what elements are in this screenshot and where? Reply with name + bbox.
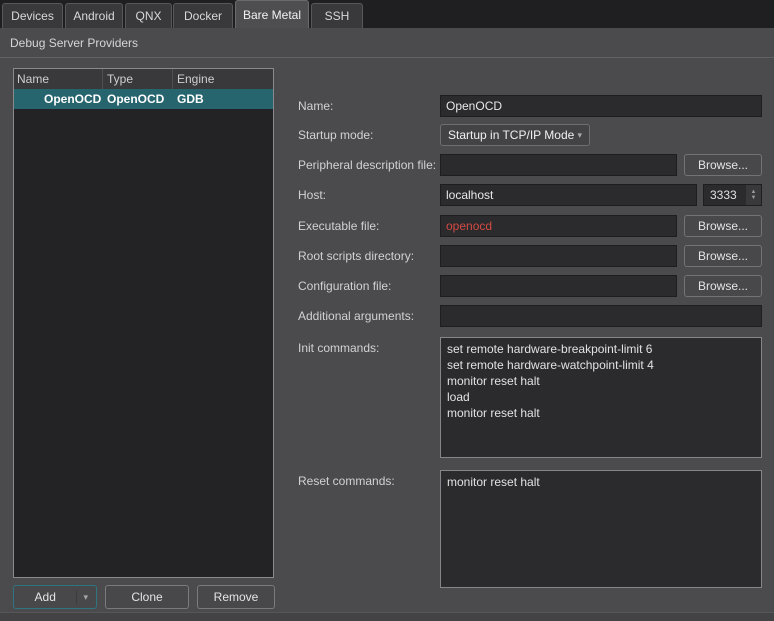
name-label: Name: <box>298 99 333 113</box>
root-scripts-browse-button[interactable]: Browse... <box>684 245 762 267</box>
tab-qnx[interactable]: QNX <box>125 3 172 28</box>
root-scripts-input[interactable] <box>440 245 677 267</box>
spinner-arrows[interactable]: ▲ ▼ <box>746 185 761 205</box>
init-commands-label: Init commands: <box>298 341 379 355</box>
remove-button[interactable]: Remove <box>197 585 275 609</box>
peripheral-file-input[interactable] <box>440 154 677 176</box>
add-button[interactable]: Add ▾ <box>13 585 97 609</box>
startup-mode-select[interactable]: Startup in TCP/IP Mode ▾ <box>440 124 590 146</box>
root-scripts-label: Root scripts directory: <box>298 249 414 263</box>
executable-input[interactable] <box>440 215 677 237</box>
tab-bar: Devices Android QNX Docker Bare Metal SS… <box>0 0 774 28</box>
add-button-label: Add <box>14 590 76 604</box>
chevron-down-icon: ▾ <box>76 590 88 604</box>
init-commands-textarea[interactable]: set remote hardware-breakpoint-limit 6 s… <box>440 337 762 458</box>
tab-devices[interactable]: Devices <box>2 3 63 28</box>
tab-docker[interactable]: Docker <box>173 3 233 28</box>
reset-commands-textarea[interactable]: monitor reset halt <box>440 470 762 588</box>
additional-args-input[interactable] <box>440 305 762 327</box>
tab-ssh[interactable]: SSH <box>311 3 363 28</box>
column-header-type[interactable]: Type <box>103 69 173 89</box>
port-spinbox[interactable]: 3333 ▲ ▼ <box>703 184 762 206</box>
startup-mode-label: Startup mode: <box>298 128 373 142</box>
additional-args-label: Additional arguments: <box>298 309 414 323</box>
providers-list-header: Name Type Engine <box>14 69 273 89</box>
executable-browse-button[interactable]: Browse... <box>684 215 762 237</box>
chevron-down-icon: ▾ <box>577 130 582 141</box>
window-bottom-strip <box>0 612 774 621</box>
config-file-label: Configuration file: <box>298 279 391 293</box>
peripheral-file-label: Peripheral description file: <box>298 158 436 172</box>
reset-commands-label: Reset commands: <box>298 474 395 488</box>
page-title: Debug Server Providers <box>10 36 138 50</box>
providers-list: Name Type Engine OpenOCD OpenOCD GDB <box>13 68 274 578</box>
tab-bare-metal[interactable]: Bare Metal <box>235 0 309 28</box>
column-header-name[interactable]: Name <box>14 69 103 89</box>
clone-button[interactable]: Clone <box>105 585 189 609</box>
startup-mode-value: Startup in TCP/IP Mode <box>448 128 574 142</box>
peripheral-file-browse-button[interactable]: Browse... <box>684 154 762 176</box>
provider-row-openocd[interactable]: OpenOCD OpenOCD GDB <box>14 89 273 109</box>
port-value: 3333 <box>704 185 746 205</box>
provider-engine: GDB <box>173 89 273 109</box>
config-file-browse-button[interactable]: Browse... <box>684 275 762 297</box>
config-file-input[interactable] <box>440 275 677 297</box>
section-title-bar: Debug Server Providers <box>0 28 774 58</box>
host-label: Host: <box>298 188 326 202</box>
name-input[interactable] <box>440 95 762 117</box>
provider-name: OpenOCD <box>14 89 103 109</box>
tab-android[interactable]: Android <box>65 3 123 28</box>
host-input[interactable] <box>440 184 697 206</box>
column-header-engine[interactable]: Engine <box>173 69 273 89</box>
executable-label: Executable file: <box>298 219 379 233</box>
provider-type: OpenOCD <box>103 89 173 109</box>
spin-down-icon[interactable]: ▼ <box>751 195 757 201</box>
